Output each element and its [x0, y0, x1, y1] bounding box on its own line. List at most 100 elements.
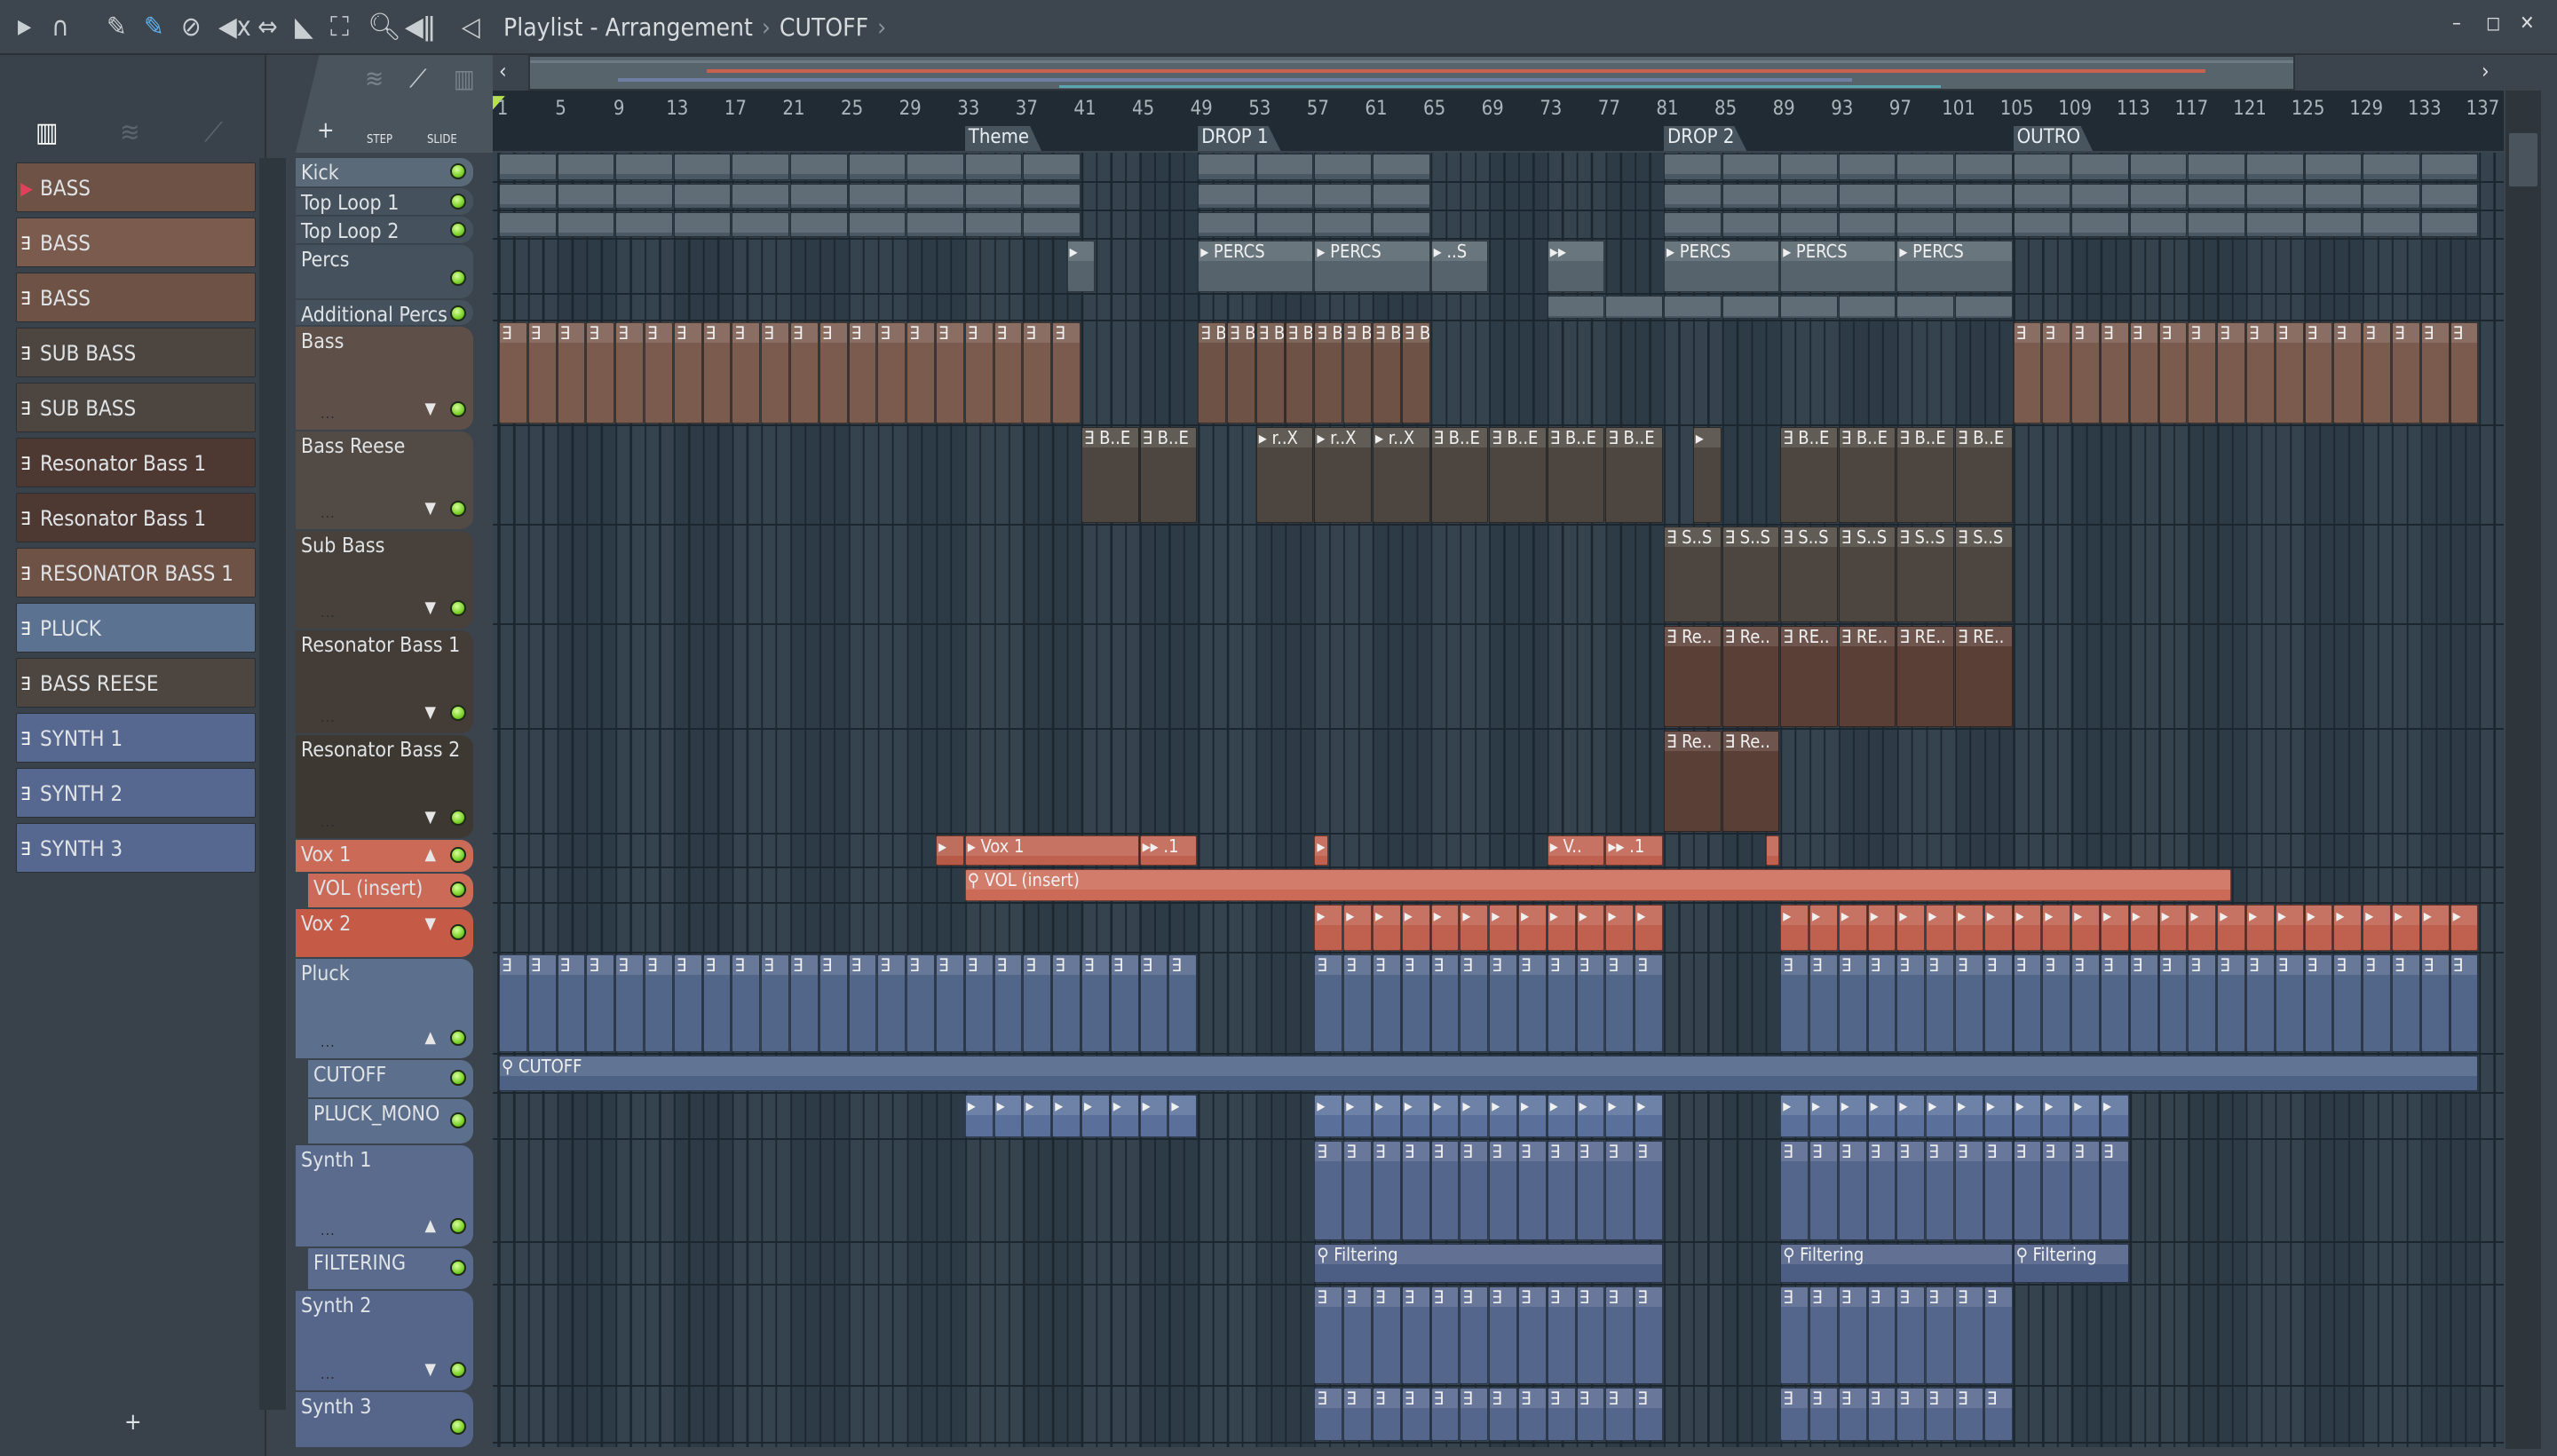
pattern-item[interactable]: ∃ SUB BASS: [16, 328, 256, 377]
clip[interactable]: ∃: [1576, 1286, 1605, 1384]
track-enable-led[interactable]: [450, 163, 466, 179]
expand-arrow-icon[interactable]: ▼: [425, 808, 436, 827]
pattern-item[interactable]: ∃ BASS: [16, 218, 256, 267]
clip[interactable]: [2246, 212, 2304, 237]
clip[interactable]: ▸: [1547, 1095, 1576, 1137]
clip[interactable]: ∃: [1780, 1141, 1809, 1240]
clip[interactable]: ∃: [1635, 954, 1663, 1052]
track-header[interactable]: Vox 1 ▲: [296, 840, 473, 872]
clip[interactable]: [2246, 184, 2304, 209]
clip[interactable]: ∃: [2101, 1141, 2129, 1240]
clip[interactable]: [1198, 154, 1255, 180]
automation-tab-icon[interactable]: ⟋: [204, 117, 223, 148]
clip[interactable]: ∃: [1635, 1141, 1663, 1240]
clip[interactable]: ∃: [1809, 1388, 1838, 1441]
clip[interactable]: ∃: [1576, 1141, 1605, 1240]
clip[interactable]: [1198, 184, 1255, 209]
clip[interactable]: [2420, 184, 2479, 209]
clip[interactable]: ∃: [1401, 954, 1430, 1052]
slip-icon[interactable]: ⇔: [257, 12, 278, 43]
clip[interactable]: [2420, 212, 2479, 237]
clip[interactable]: ▸: [1867, 1095, 1896, 1137]
clip[interactable]: ∃: [819, 322, 848, 423]
pattern-item[interactable]: ∃ SYNTH 1: [16, 713, 256, 763]
clip[interactable]: ∃: [1780, 1388, 1809, 1441]
clip[interactable]: [790, 154, 848, 180]
clip[interactable]: [1896, 296, 1954, 319]
clip[interactable]: ▸: [2013, 905, 2042, 951]
clip[interactable]: ▸: [1314, 1095, 1343, 1137]
clip[interactable]: [1780, 296, 1838, 319]
clip[interactable]: [1314, 154, 1372, 180]
clip[interactable]: [906, 184, 964, 209]
track-enable-led[interactable]: [450, 1362, 466, 1378]
clip[interactable]: ∃: [2420, 322, 2450, 423]
clip[interactable]: ∃ B..S: [1255, 322, 1285, 423]
pattern-item[interactable]: ∃ PLUCK: [16, 603, 256, 653]
clip[interactable]: [1255, 184, 1314, 209]
clip[interactable]: ▸: [1314, 835, 1328, 866]
track-header[interactable]: Synth 2 ▼...: [296, 1291, 473, 1390]
track-enable-led[interactable]: [450, 924, 466, 940]
close-icon[interactable]: ✕: [2520, 12, 2535, 35]
clip[interactable]: ▸ V..: [1547, 835, 1605, 866]
track-enable-led[interactable]: [450, 501, 466, 517]
clip[interactable]: ∃: [2304, 954, 2333, 1052]
clip[interactable]: [2013, 184, 2071, 209]
clip[interactable]: [848, 212, 906, 237]
clip[interactable]: ∃: [2013, 1141, 2042, 1240]
clip[interactable]: ▸: [1605, 1095, 1635, 1137]
clip[interactable]: ∃: [1896, 1388, 1926, 1441]
expand-arrow-icon[interactable]: ▼: [425, 400, 436, 418]
clip[interactable]: [1765, 835, 1780, 866]
clip[interactable]: ∃: [1518, 1141, 1547, 1240]
clip[interactable]: ∃: [1576, 1388, 1605, 1441]
clip[interactable]: ∃: [702, 322, 732, 423]
clip[interactable]: ▸: [1430, 1095, 1460, 1137]
clip[interactable]: [673, 212, 732, 237]
clip[interactable]: ▸: [1139, 1095, 1168, 1137]
clip[interactable]: ▸: [2101, 905, 2129, 951]
expand-arrow-icon[interactable]: ▼: [425, 703, 436, 722]
clip[interactable]: ▸: [1896, 1095, 1926, 1137]
add-pattern-button[interactable]: +: [124, 1409, 142, 1436]
clip[interactable]: ▸: [936, 835, 964, 866]
clip[interactable]: [673, 184, 732, 209]
clip[interactable]: [2304, 184, 2363, 209]
scroll-left-button[interactable]: ‹: [499, 59, 507, 83]
clip[interactable]: [2129, 184, 2188, 209]
clip[interactable]: ▸: [1635, 1095, 1663, 1137]
clip[interactable]: ∃: [2363, 954, 2391, 1052]
clip[interactable]: [557, 184, 615, 209]
clip[interactable]: ⚲ Filtering: [2013, 1244, 2129, 1283]
clip[interactable]: ∃: [1605, 1286, 1635, 1384]
clip[interactable]: ▸: [1809, 905, 1838, 951]
clip[interactable]: [1023, 212, 1081, 237]
clip[interactable]: [2363, 212, 2420, 237]
clip[interactable]: ▸: [1955, 1095, 1983, 1137]
clip[interactable]: [848, 154, 906, 180]
track-header[interactable]: Resonator Bass 1 ▼...: [296, 630, 473, 733]
clip[interactable]: [1664, 296, 1722, 319]
clip[interactable]: ∃: [1052, 954, 1081, 1052]
zoom-icon[interactable]: 🔍︎: [368, 12, 401, 43]
clip[interactable]: ∃: [964, 322, 994, 423]
clip[interactable]: ▸ PERCS: [1314, 241, 1430, 292]
speaker-icon[interactable]: ◁: [462, 12, 480, 43]
clip[interactable]: ∃: [2042, 954, 2071, 1052]
clip[interactable]: ▸: [1983, 905, 2013, 951]
clip[interactable]: ▸: [1576, 1095, 1605, 1137]
clip[interactable]: ▸ PERCS: [1780, 241, 1896, 292]
clip[interactable]: ∃: [936, 322, 964, 423]
clip[interactable]: ∃: [1867, 954, 1896, 1052]
clip[interactable]: ▸: [2071, 905, 2100, 951]
clip[interactable]: ∃: [1896, 954, 1926, 1052]
clip[interactable]: ▸: [1343, 905, 1372, 951]
clip[interactable]: ∃ B..S: [1343, 322, 1372, 423]
clip[interactable]: ∃: [2129, 322, 2158, 423]
track-header[interactable]: Sub Bass ▼...: [296, 531, 473, 629]
clip[interactable]: ∃: [2071, 954, 2100, 1052]
clip[interactable]: ∃ B..S: [1285, 322, 1314, 423]
clip[interactable]: ▸: [1343, 1095, 1372, 1137]
clip[interactable]: [1955, 154, 2013, 180]
